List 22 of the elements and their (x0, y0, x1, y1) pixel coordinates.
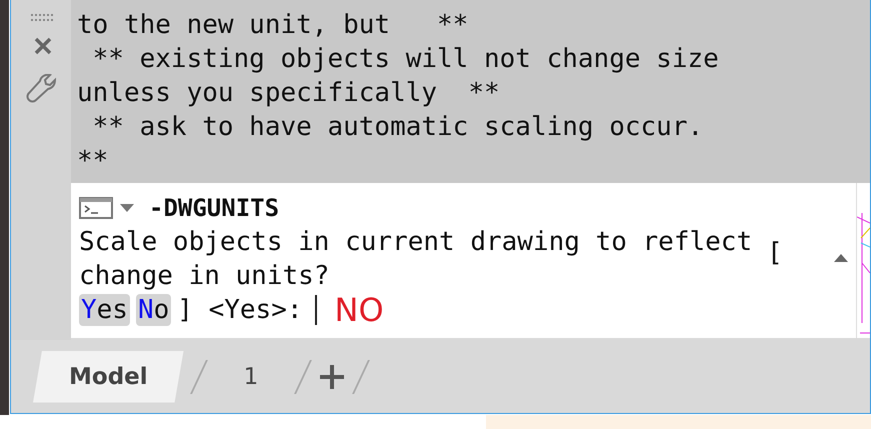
history-line: unless you specifically ** (77, 77, 500, 110)
add-icon[interactable] (318, 362, 346, 390)
grip-icon[interactable] (31, 14, 55, 22)
command-name: -DWGUNITS (149, 194, 280, 222)
typed-input[interactable]: NO (334, 291, 384, 329)
layout-tab[interactable]: 1 (214, 350, 288, 402)
prompt-default: ] <Yes>: (177, 295, 303, 325)
layout-tab[interactable]: Model (33, 350, 184, 402)
option-keyword[interactable]: Yes (79, 294, 130, 326)
option-keyword[interactable]: No (136, 294, 172, 326)
history-line: to the new unit, but ** (77, 9, 468, 42)
history-line: ** existing objects will not change size (92, 43, 719, 76)
scroll-up-icon[interactable] (833, 253, 849, 263)
history-line: ** (77, 145, 108, 178)
text-cursor (314, 295, 317, 325)
close-icon[interactable] (33, 36, 53, 56)
dropdown-caret-icon[interactable] (119, 203, 135, 213)
prompt-text: change in units? (79, 261, 330, 291)
prompt-bracket: [ (767, 238, 783, 268)
prompt-text: Scale objects in current drawing to reflect (79, 227, 752, 257)
terminal-icon[interactable] (79, 197, 113, 219)
history-line: ** ask to have automatic scaling occur. (92, 111, 704, 144)
